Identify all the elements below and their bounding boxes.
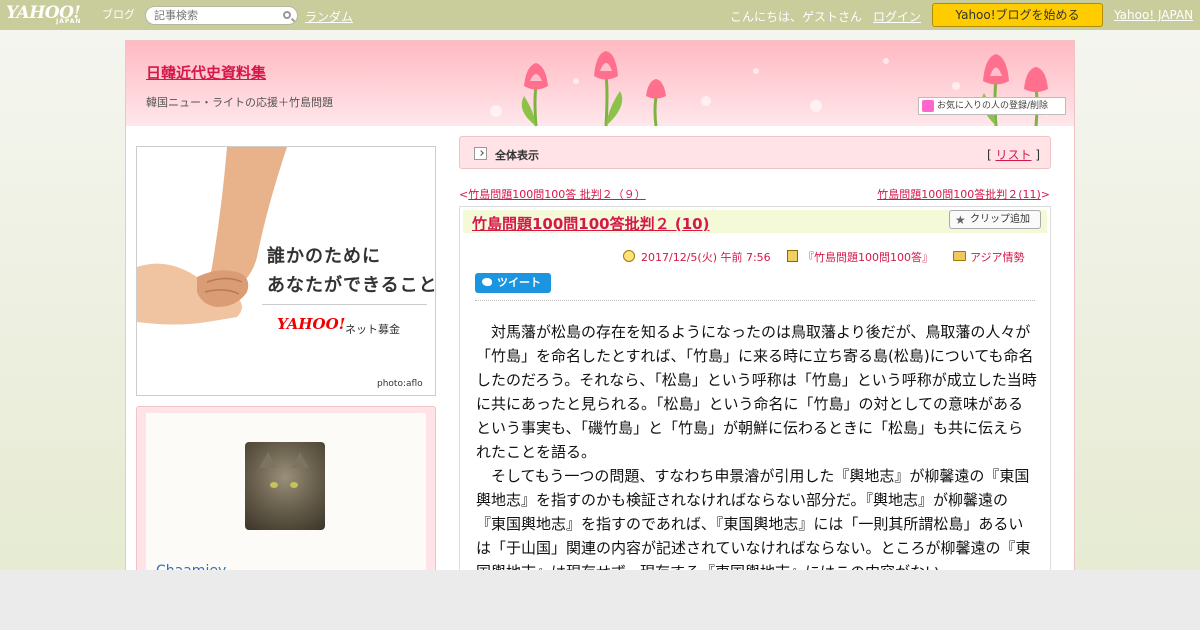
ad-yahoo-logo: YAHOO! [277, 315, 346, 333]
next-article-title: 竹島問題100問100答批判２(11) [877, 188, 1041, 201]
ad-photo-credit: photo:aflo [377, 379, 423, 389]
prev-article-link[interactable]: <竹島問題100問100答 批判２（９） [459, 186, 646, 202]
logo-blog-text: ブログ [102, 8, 135, 21]
start-blog-button[interactable]: Yahoo!ブログを始める [932, 3, 1103, 27]
clock-icon [623, 250, 635, 262]
blog-header: 日韓近代史資料集 韓国ニュー・ライトの応援＋竹島問題 お気に入りの人の登録/削除 [126, 41, 1074, 126]
favorite-button-label: お気に入りの人の登録/削除 [937, 101, 1049, 111]
search-icon[interactable] [283, 11, 291, 19]
list-link[interactable]: リスト [995, 148, 1031, 162]
show-all-label[interactable]: 全体表示 [495, 147, 539, 163]
blog-container: 日韓近代史資料集 韓国ニュー・ライトの応援＋竹島問題 お気に入りの人の登録/削除… [125, 40, 1075, 583]
twitter-bird-icon [482, 278, 492, 286]
cat-eye-left [270, 482, 278, 488]
next-article-link[interactable]: 竹島問題100問100答批判２(11)> [877, 186, 1050, 202]
cat-eye-right [290, 482, 298, 488]
prev-arrow: < [459, 188, 469, 201]
cat-ear-left [259, 452, 277, 468]
favorite-register-button[interactable]: お気に入りの人の登録/削除 [918, 97, 1066, 115]
random-link[interactable]: ランダム [305, 8, 353, 25]
ad-banner[interactable]: 誰かのために あなたができること YAHOO! ネット募金 photo:aflo [136, 146, 436, 396]
greeting-text: こんにちは、ゲストさん [730, 10, 863, 24]
list-bracket-close: ] [1031, 148, 1040, 162]
login-link[interactable]: ログイン [873, 8, 921, 25]
article-divider [475, 300, 1035, 301]
prev-article-title: 竹島問題100問100答 批判２（９） [468, 188, 646, 201]
list-link-group: [ リスト ] [987, 146, 1040, 163]
article-title-bar: 竹島問題100問100答批判２ (10) ★ クリップ追加 [463, 210, 1047, 233]
article-paragraph: そしてもう一つの問題、すなわち申景濬が引用した『輿地志』が柳馨遠の『東国輿地志』… [476, 467, 1031, 581]
ad-divider [262, 304, 427, 305]
clip-add-button[interactable]: ★ クリップ追加 [949, 210, 1041, 229]
ad-text-line-1: 誰かのために [267, 246, 381, 267]
heart-icon [922, 100, 934, 112]
tweet-label: ツイート [497, 276, 541, 289]
cat-ear-right [291, 452, 309, 468]
page-background: 日韓近代史資料集 韓国ニュー・ライトの応援＋竹島問題 お気に入りの人の登録/削除… [0, 30, 1200, 583]
star-icon: ★ [955, 213, 966, 227]
profile-box: Chaamiey [136, 406, 436, 583]
search-input[interactable] [154, 8, 274, 23]
ad-logo-sub: ネット募金 [345, 323, 400, 336]
show-all-bar: 全体表示 [ リスト ] [459, 136, 1051, 169]
logo-sub-text: JAPAN [56, 18, 82, 25]
article-datetime[interactable]: 2017/12/5(火) 午前 7:56 [641, 249, 771, 265]
article-body: 対馬藩が松島の存在を知るようになったのは鳥取藩より後だが、鳥取藩の人々が「竹島」… [476, 320, 1038, 584]
article-title[interactable]: 竹島問題100問100答批判２ (10) [472, 213, 709, 234]
article-category[interactable]: 『竹島問題100問100答』 [803, 249, 933, 265]
article-folder[interactable]: アジア情勢 [970, 249, 1025, 265]
avatar[interactable] [245, 442, 325, 530]
article: 竹島問題100問100答批判２ (10) ★ クリップ追加 2017/12/5(… [459, 206, 1051, 581]
ad-text-line-2: あなたができること [267, 275, 436, 296]
article-paragraph: 対馬藩が松島の存在を知るようになったのは鳥取藩より後だが、鳥取藩の人々が「竹島」… [476, 323, 1037, 461]
profile-inner: Chaamiey [146, 413, 426, 583]
search-box [145, 6, 298, 25]
folder-icon [953, 251, 966, 261]
footer-area [0, 570, 1200, 630]
blog-title[interactable]: 日韓近代史資料集 [146, 62, 266, 83]
tweet-button[interactable]: ツイート [475, 273, 551, 293]
next-arrow: > [1040, 188, 1050, 201]
blog-description: 韓国ニュー・ライトの応援＋竹島問題 [146, 96, 333, 109]
yahoo-japan-link[interactable]: Yahoo! JAPAN [1114, 8, 1193, 22]
arrow-box-icon [474, 147, 487, 160]
book-icon [787, 250, 798, 262]
top-bar: YAHOO! JAPAN ブログ ランダム こんにちは、ゲストさん ログイン Y… [0, 0, 1200, 30]
clip-button-label: クリップ追加 [970, 214, 1030, 225]
